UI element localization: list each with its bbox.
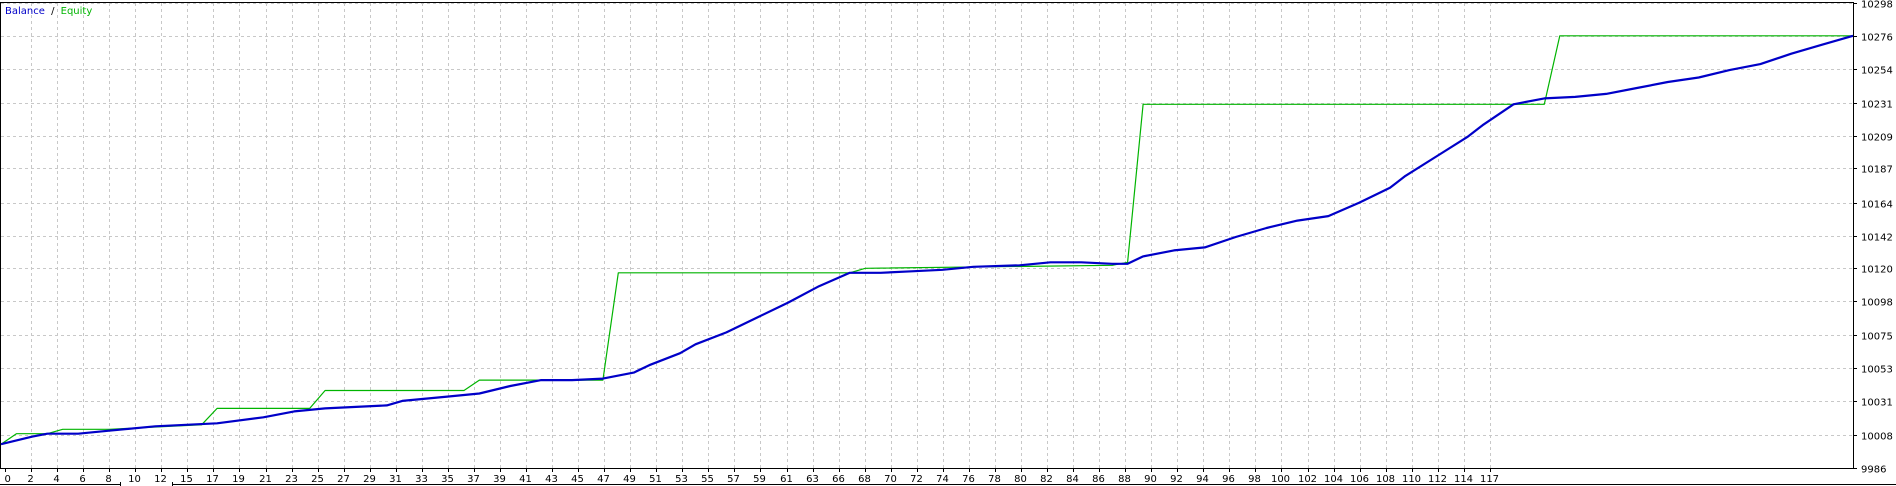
x-tick-label: 25 [311,474,324,485]
x-tick-label: 96 [1222,474,1235,485]
x-tick-label: 98 [1248,474,1261,485]
x-tick-label: 2 [27,474,33,485]
x-tick-label: 21 [259,474,272,485]
x-tick-label: 59 [753,474,766,485]
x-tick-label: 104 [1324,474,1343,485]
x-tick-label: 86 [1092,474,1105,485]
x-tick-label: 78 [988,474,1001,485]
x-tick-label: 55 [701,474,714,485]
x-tick-label: 76 [962,474,975,485]
x-tick-label: 8 [105,474,111,485]
x-tick-label: 82 [1040,474,1053,485]
x-tick-label: 88 [1118,474,1131,485]
x-tick-label: 100 [1271,474,1290,485]
x-tick-label: 43 [545,474,558,485]
x-tick-label: 108 [1376,474,1395,485]
x-tick-label: 63 [806,474,819,485]
x-tick-label: 12 [154,474,167,485]
y-tick-label: 10053 [1861,365,1893,376]
y-tick-label: 10008 [1861,432,1893,443]
y-tick-label: 10276 [1861,33,1893,44]
x-tick-label: 70 [884,474,897,485]
x-tick-label: 61 [780,474,793,485]
x-tick-label: 33 [415,474,428,485]
x-tick-label: 4 [53,474,59,485]
y-tick-label: 10254 [1861,66,1893,77]
x-tick-label: 84 [1066,474,1079,485]
x-tick-label: 112 [1428,474,1447,485]
x-tick-label: 45 [571,474,584,485]
x-tick-label: 68 [858,474,871,485]
x-tick-label: 27 [337,474,350,485]
x-tick-label: 19 [232,474,245,485]
x-tick-label: 92 [1170,474,1183,485]
y-tick-label: 10142 [1861,233,1893,244]
x-tick-label: 31 [389,474,402,485]
x-tick-label: 94 [1196,474,1209,485]
x-tick-label: 29 [363,474,376,485]
x-tick-label: 41 [519,474,532,485]
x-tick-label: 10 [128,474,141,485]
y-tick-label: 10098 [1861,298,1893,309]
y-tick-label: 10231 [1861,100,1893,111]
x-tick-label: 110 [1402,474,1421,485]
x-tick-label: 102 [1298,474,1317,485]
x-tick-label: 15 [180,474,193,485]
y-tick-label: 10298 [1861,0,1893,11]
x-tick-label: 6 [79,474,85,485]
x-tick-label: 47 [597,474,610,485]
y-tick-label: 10031 [1861,398,1893,409]
legend-separator: / [51,6,55,17]
x-tick-label: 0 [5,474,11,485]
x-tick-label: 80 [1014,474,1027,485]
y-tick-label: 9986 [1861,465,1886,476]
y-tick-label: 10075 [1861,332,1893,343]
y-tick-label: 10120 [1861,265,1893,276]
chart: 9986100081003110053100751009810120101421… [0,0,1896,486]
y-tick-label: 10209 [1861,133,1893,144]
legend-equity: Equity [61,6,93,17]
x-tick-label: 117 [1480,474,1499,485]
x-tick-label: 35 [441,474,454,485]
x-tick-label: 53 [675,474,688,485]
x-tick-label: 66 [832,474,845,485]
x-tick-label: 17 [206,474,219,485]
x-tick-label: 37 [467,474,480,485]
x-tick-label: 106 [1350,474,1369,485]
x-tick-label: 90 [1144,474,1157,485]
x-tick-label: 49 [623,474,636,485]
x-tick-label: 57 [727,474,740,485]
x-tick-label: 74 [936,474,949,485]
x-tick-label: 114 [1454,474,1473,485]
x-tick-label: 51 [649,474,662,485]
legend-balance: Balance [5,6,45,17]
y-tick-label: 10187 [1861,165,1893,176]
x-tick-label: 39 [493,474,506,485]
x-tick-label: 72 [910,474,923,485]
y-tick-label: 10164 [1861,200,1893,211]
x-tick-label: 23 [285,474,298,485]
